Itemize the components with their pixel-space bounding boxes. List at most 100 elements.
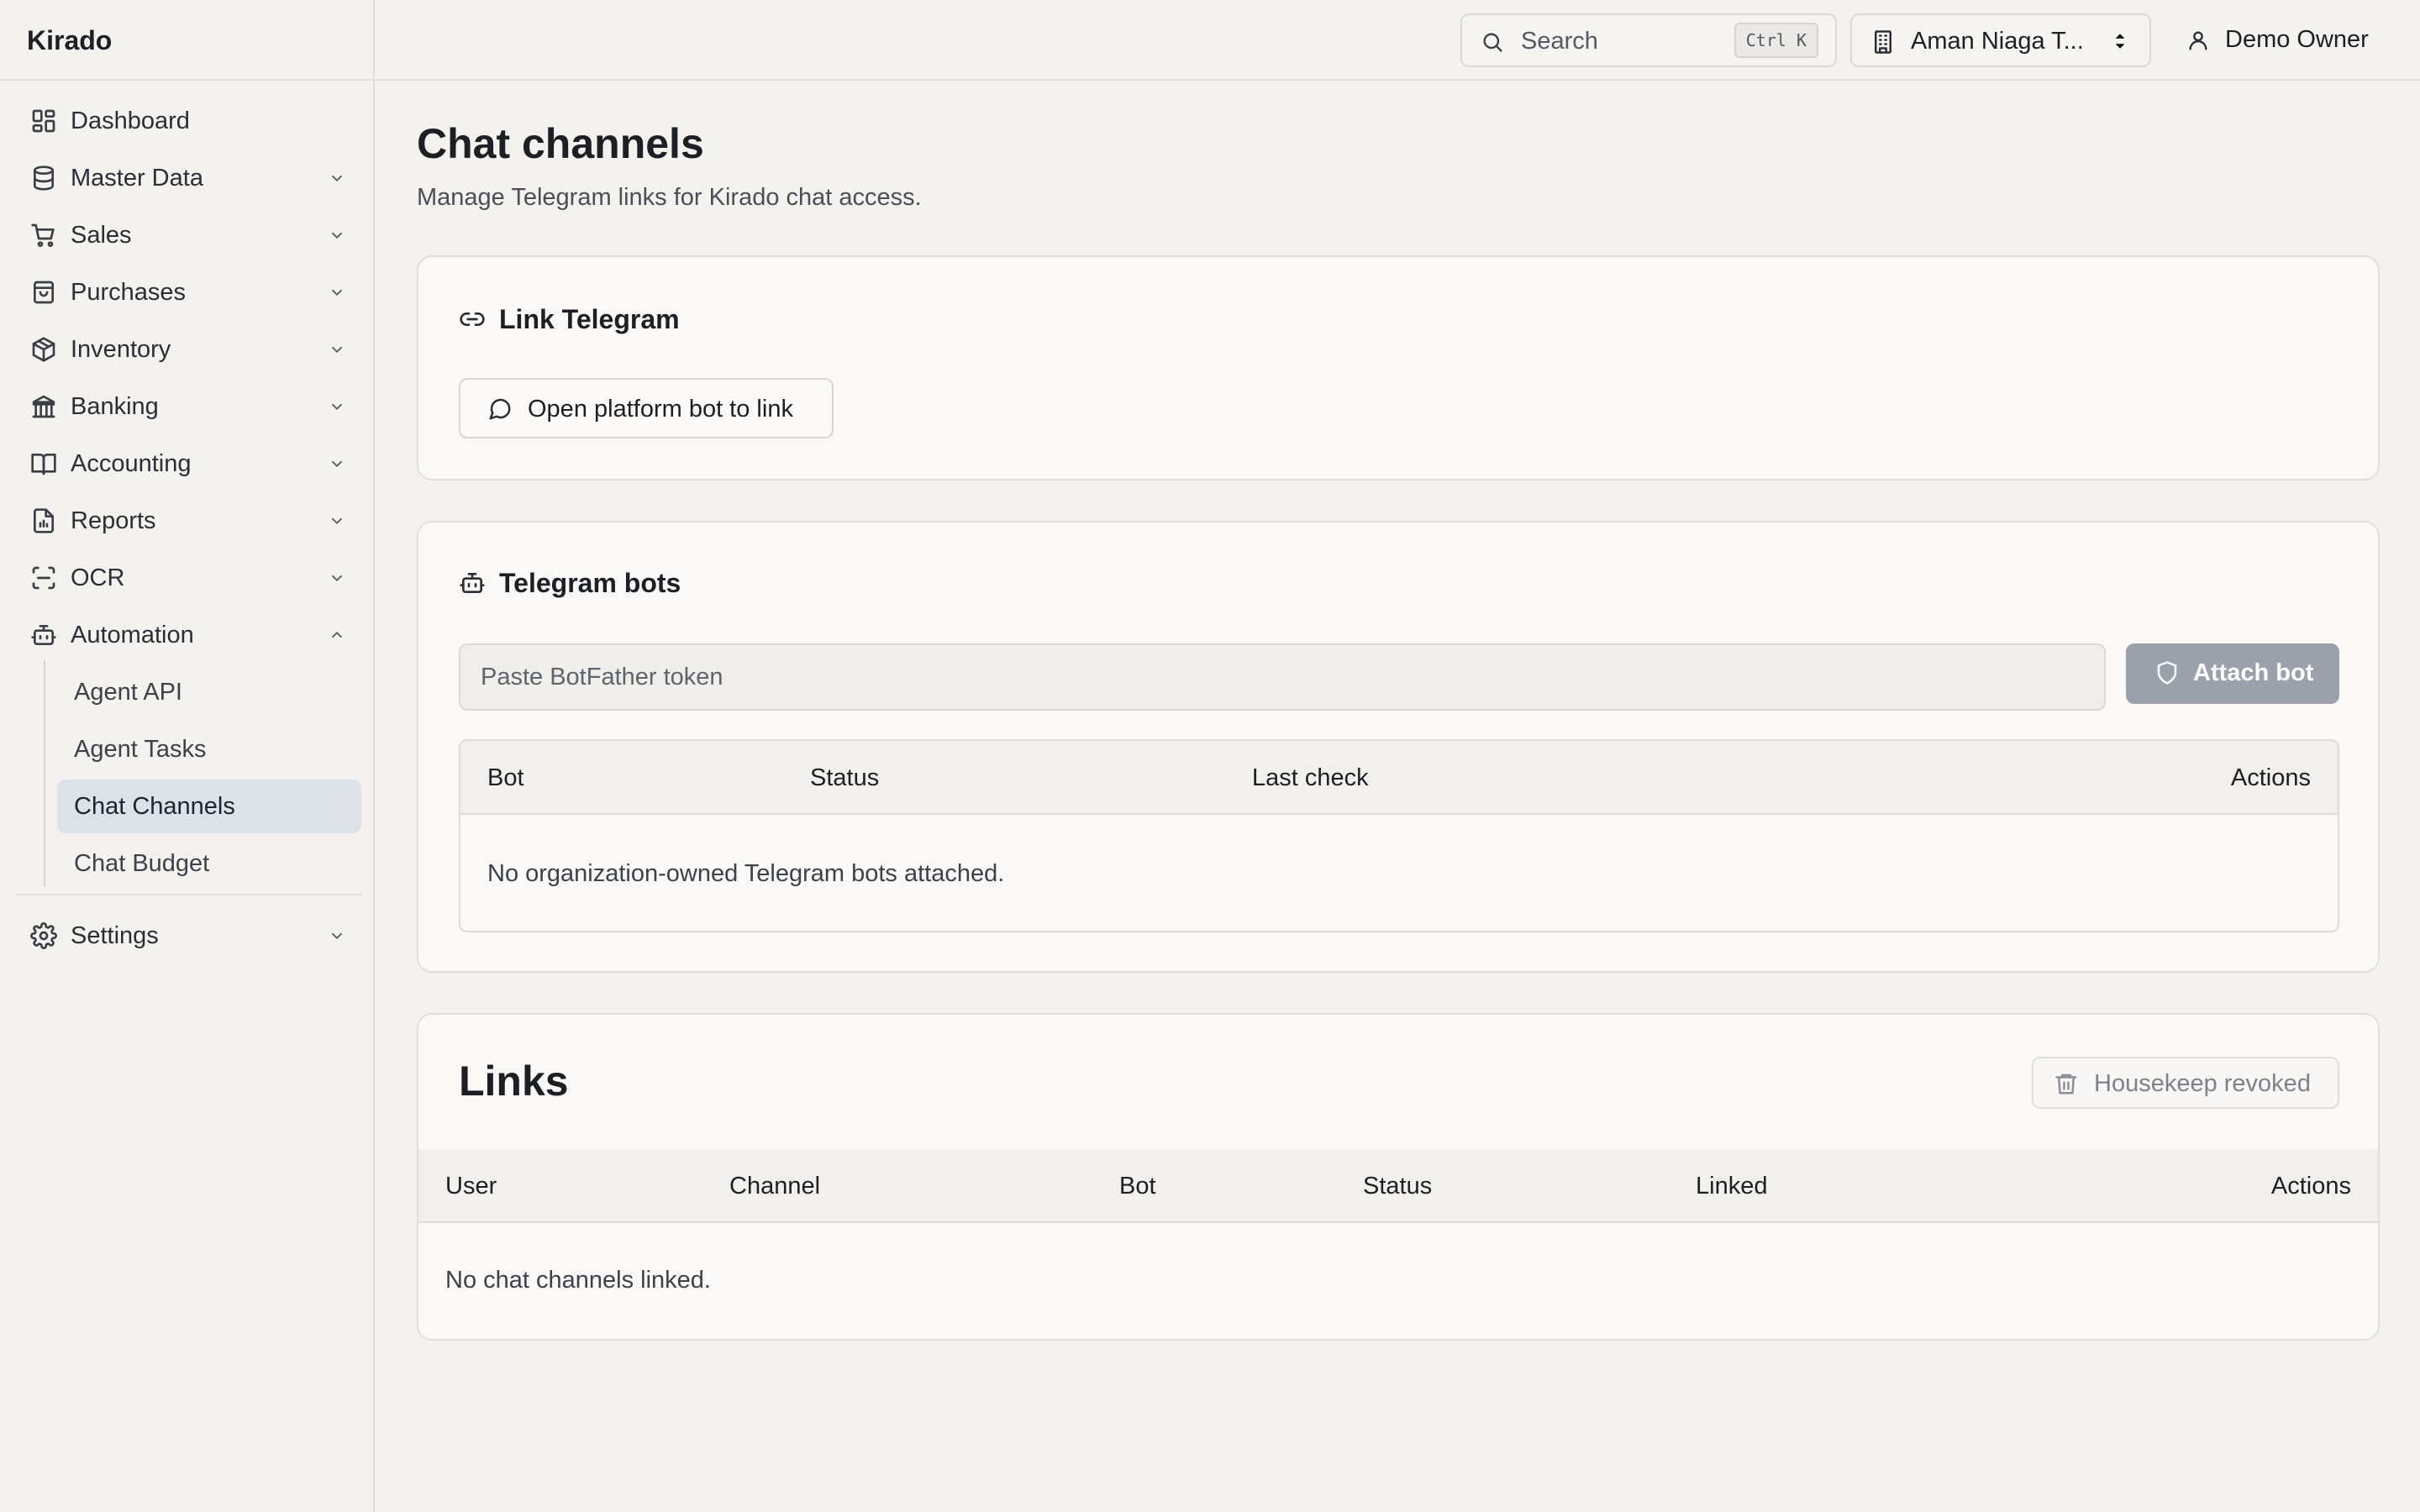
chevron-down-icon	[328, 169, 346, 187]
chevron-down-icon	[328, 283, 346, 302]
bank-icon	[30, 393, 57, 420]
column-header: Actions	[2230, 764, 2311, 791]
sidebar-item-label: Reports	[71, 507, 156, 534]
column-header: Linked	[1696, 1173, 1768, 1200]
column-header: User	[445, 1173, 497, 1200]
bot-token-input[interactable]	[459, 643, 2106, 711]
column-header: Actions	[2270, 1173, 2351, 1200]
column-header: Channel	[729, 1173, 821, 1200]
chevron-up-icon	[328, 626, 346, 644]
sidebar-item-purchases[interactable]: Purchases	[15, 265, 361, 319]
bot-icon	[30, 622, 57, 648]
divider	[15, 894, 361, 895]
page-title: Chat channels	[417, 120, 704, 167]
empty-state: No chat channels linked.	[445, 1267, 711, 1294]
column-header: Bot	[487, 764, 524, 791]
gear-icon	[30, 922, 57, 949]
links-card: Links Housekeep revoked User Channel Bot…	[417, 1013, 2380, 1341]
sidebar-item-label: Chat Budget	[74, 849, 210, 877]
sidebar-item-label: Automation	[71, 621, 194, 648]
package-icon	[30, 336, 57, 363]
empty-state: No organization-owned Telegram bots atta…	[487, 860, 1005, 887]
column-header: Status	[1363, 1173, 1433, 1200]
user-icon	[2186, 29, 2210, 52]
sidebar-item-label: Settings	[71, 921, 159, 949]
trash-icon	[2054, 1071, 2079, 1096]
chevron-down-icon	[328, 397, 346, 416]
sidebar-item-chat-budget[interactable]: Chat Budget	[57, 837, 361, 890]
sidebar-item-banking[interactable]: Banking	[15, 380, 361, 433]
open-platform-bot-button[interactable]: Open platform bot to link	[459, 378, 834, 438]
button-label: Attach bot	[2193, 659, 2314, 686]
sidebar-item-accounting[interactable]: Accounting	[15, 437, 361, 491]
column-header: Bot	[1119, 1173, 1156, 1200]
card-title: Telegram bots	[499, 568, 681, 598]
table-header: Bot Status Last check Actions	[460, 741, 2338, 815]
chevron-down-icon	[328, 226, 346, 244]
sidebar-item-dashboard[interactable]: Dashboard	[15, 94, 361, 148]
submenu-guide-line	[44, 660, 45, 887]
sidebar: Kirado Dashboard Master Data Sales Purch…	[0, 0, 375, 1512]
building-icon	[1870, 29, 1896, 55]
sidebar-item-label: OCR	[71, 564, 125, 591]
cart-icon	[30, 222, 57, 249]
sidebar-item-label: Agent API	[74, 678, 182, 706]
chevron-down-icon	[328, 569, 346, 587]
attach-bot-button[interactable]: Attach bot	[2126, 643, 2339, 704]
button-label: Housekeep revoked	[2094, 1070, 2311, 1097]
link-icon	[459, 306, 486, 333]
sidebar-item-inventory[interactable]: Inventory	[15, 323, 361, 376]
sidebar-item-label: Purchases	[71, 278, 187, 306]
sidebar-item-master-data[interactable]: Master Data	[15, 151, 361, 205]
card-title: Links	[459, 1058, 569, 1105]
scan-icon	[30, 564, 57, 591]
top-bar: Search Ctrl K Aman Niaga T... Demo Owner	[375, 0, 2420, 81]
shopping-bag-icon	[30, 279, 57, 306]
sidebar-item-sales[interactable]: Sales	[15, 208, 361, 262]
sidebar-item-label: Master Data	[71, 164, 203, 192]
telegram-bots-card: Telegram bots Attach bot Bot Status Last…	[417, 521, 2380, 973]
chevron-down-icon	[328, 512, 346, 530]
sidebar-item-label: Dashboard	[71, 107, 190, 134]
divider	[0, 79, 375, 81]
bots-table: Bot Status Last check Actions No organiz…	[459, 739, 2339, 932]
sidebar-item-label: Agent Tasks	[74, 735, 207, 763]
search-icon	[1481, 30, 1504, 54]
dashboard-icon	[30, 108, 57, 134]
housekeep-revoked-button[interactable]: Housekeep revoked	[2032, 1057, 2339, 1109]
message-circle-icon	[487, 396, 513, 422]
link-telegram-card: Link Telegram Open platform bot to link	[417, 255, 2380, 480]
sidebar-item-reports[interactable]: Reports	[15, 494, 361, 548]
sidebar-item-automation[interactable]: Automation	[15, 608, 361, 662]
table-header: User Channel Bot Status Linked Actions	[418, 1149, 2378, 1223]
chevron-down-icon	[328, 340, 346, 359]
sidebar-item-agent-tasks[interactable]: Agent Tasks	[57, 722, 361, 776]
card-title: Link Telegram	[499, 304, 680, 334]
sidebar-item-chat-channels[interactable]: Chat Channels	[57, 780, 361, 833]
sidebar-item-label: Sales	[71, 221, 132, 249]
column-header: Last check	[1252, 764, 1369, 791]
sidebar-item-label: Inventory	[71, 335, 171, 363]
chevron-down-icon	[328, 927, 346, 945]
organization-name: Aman Niaga T...	[1911, 28, 2084, 55]
page-subtitle: Manage Telegram links for Kirado chat ac…	[417, 184, 922, 211]
search-button[interactable]: Search Ctrl K	[1460, 13, 1837, 67]
organization-switcher[interactable]: Aman Niaga T...	[1850, 13, 2151, 67]
sidebar-item-ocr[interactable]: OCR	[15, 551, 361, 605]
shield-icon	[2154, 660, 2180, 685]
search-shortcut: Ctrl K	[1733, 23, 1818, 58]
chevrons-up-down-icon	[2109, 30, 2131, 54]
sidebar-item-label: Chat Channels	[74, 792, 235, 820]
user-name: Demo Owner	[2225, 26, 2369, 53]
sidebar-item-label: Banking	[71, 392, 159, 420]
search-label: Search	[1521, 28, 1598, 55]
sidebar-item-settings[interactable]: Settings	[15, 909, 361, 963]
book-icon	[30, 450, 57, 477]
database-icon	[30, 165, 57, 192]
chevron-down-icon	[328, 454, 346, 473]
column-header: Status	[810, 764, 880, 791]
report-icon	[30, 507, 57, 534]
sidebar-item-agent-api[interactable]: Agent API	[57, 665, 361, 719]
brand-logo[interactable]: Kirado	[27, 25, 112, 56]
sidebar-item-label: Accounting	[71, 449, 192, 477]
